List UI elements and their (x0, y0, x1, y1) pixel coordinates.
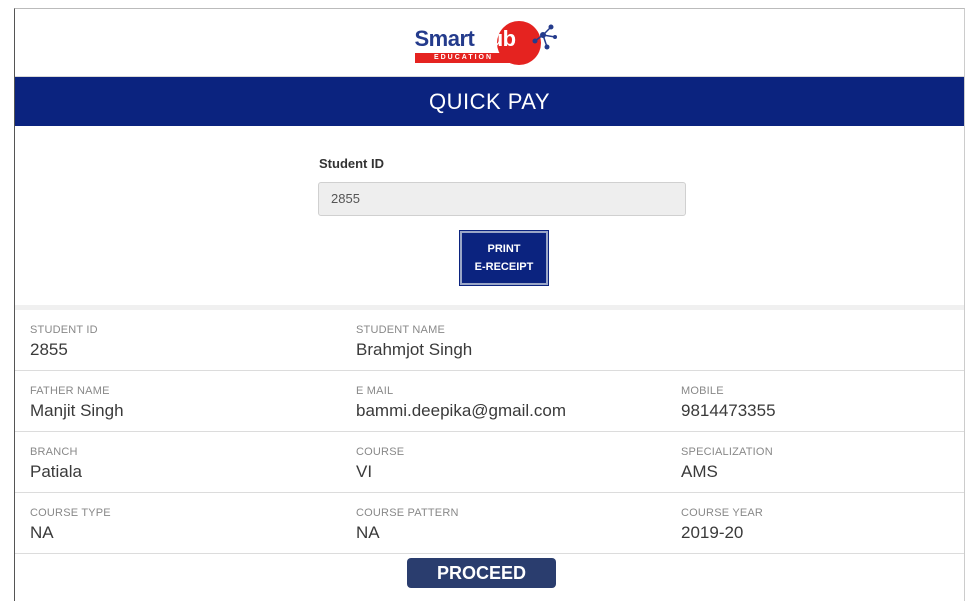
detail-specialization: SPECIALIZATION AMS (681, 446, 773, 482)
details-row: BRANCH Patiala COURSE VI SPECIALIZATION … (15, 432, 964, 493)
detail-label: COURSE (356, 446, 405, 458)
detail-value: Manjit Singh (30, 401, 124, 420)
detail-course-type: COURSE TYPE NA (30, 507, 111, 543)
logo-subtitle: EDUCATION (414, 52, 513, 63)
detail-value: NA (356, 523, 380, 542)
logo-word-hub: Hub (474, 25, 516, 51)
detail-label: COURSE YEAR (681, 507, 764, 519)
print-button-line2: E-RECEIPT (474, 261, 534, 273)
detail-value: bammi.deepika@gmail.com (356, 401, 567, 420)
network-icon (532, 24, 557, 49)
student-details: STUDENT ID 2855 STUDENT NAME Brahmjot Si… (15, 305, 964, 554)
detail-father-name: FATHER NAME Manjit Singh (30, 385, 124, 421)
logo-bar: SmartHub EDUCATION (15, 9, 964, 77)
student-id-input[interactable]: 2855 (318, 182, 686, 216)
proceed-button[interactable]: PROCEED (407, 558, 556, 588)
logo-word-smart: Smart (414, 25, 475, 51)
smarthub-logo[interactable]: SmartHub EDUCATION (414, 17, 565, 69)
detail-label: BRANCH (30, 446, 78, 458)
detail-label: FATHER NAME (30, 385, 110, 397)
detail-label: STUDENT ID (30, 324, 98, 336)
detail-student-name: STUDENT NAME Brahmjot Singh (356, 324, 472, 360)
detail-value: VI (356, 462, 373, 481)
detail-course: COURSE VI (356, 446, 404, 482)
detail-course-pattern: COURSE PATTERN NA (356, 507, 459, 543)
page-header: QUICK PAY (15, 77, 964, 126)
detail-label: SPECIALIZATION (681, 446, 773, 458)
detail-course-year: COURSE YEAR 2019-20 (681, 507, 763, 543)
detail-label: COURSE TYPE (30, 507, 111, 519)
detail-student-id: STUDENT ID 2855 (30, 324, 98, 360)
student-id-label: Student ID (319, 156, 384, 171)
detail-label: STUDENT NAME (356, 324, 445, 336)
detail-label: COURSE PATTERN (356, 507, 459, 519)
detail-label: E MAIL (356, 385, 394, 397)
print-button-line1: PRINT (487, 243, 521, 255)
detail-branch: BRANCH Patiala (30, 446, 82, 482)
detail-mobile: MOBILE 9814473355 (681, 385, 776, 421)
detail-value: 2019-20 (681, 523, 744, 542)
details-row: FATHER NAME Manjit Singh E MAIL bammi.de… (15, 371, 964, 432)
page-title: QUICK PAY (428, 88, 551, 114)
student-id-form: Student ID 2855 PRINT E-RECEIPT (15, 126, 964, 304)
detail-email: E MAIL bammi.deepika@gmail.com (356, 385, 566, 421)
logo-wordmark: SmartHub (414, 25, 517, 52)
details-row: STUDENT ID 2855 STUDENT NAME Brahmjot Si… (15, 310, 964, 371)
page-frame: SmartHub EDUCATION QUICK PAY Student ID … (14, 8, 965, 601)
details-row: COURSE TYPE NA COURSE PATTERN NA COURSE … (15, 493, 964, 554)
detail-value: 2855 (30, 340, 68, 359)
detail-value: Brahmjot Singh (356, 340, 473, 359)
print-e-receipt-button[interactable]: PRINT E-RECEIPT (459, 230, 549, 286)
detail-value: NA (30, 523, 54, 542)
detail-label: MOBILE (681, 385, 724, 397)
detail-value: AMS (681, 462, 718, 481)
detail-value: 9814473355 (681, 401, 776, 420)
detail-value: Patiala (30, 462, 82, 481)
